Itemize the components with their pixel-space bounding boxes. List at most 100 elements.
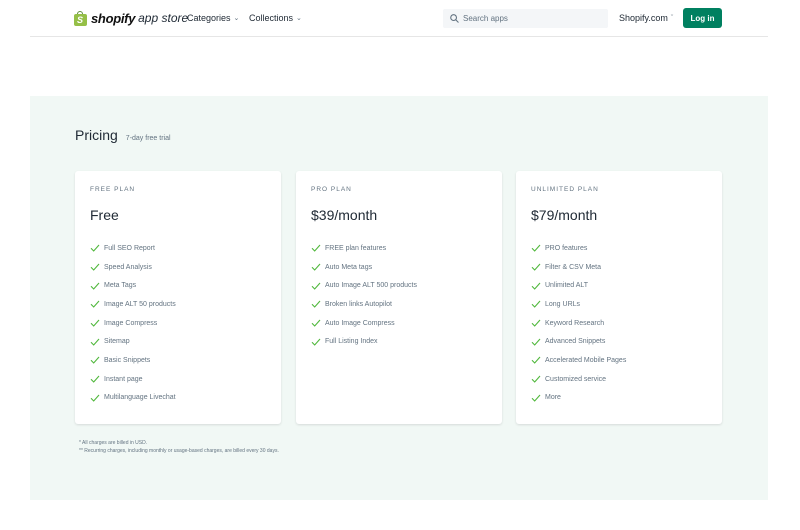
shopify-com-link[interactable]: Shopify.com ˇ xyxy=(619,13,673,23)
pricing-title: Pricing xyxy=(75,127,118,143)
feature-item: Multilanguage Livechat xyxy=(90,389,176,408)
feature-list: PRO features Filter & CSV Meta Unlimited A… xyxy=(531,239,626,407)
search-icon xyxy=(450,10,459,28)
feature-item: FREE plan features xyxy=(311,239,417,258)
feature-item: Auto Image ALT 500 products xyxy=(311,276,417,295)
search-box[interactable] xyxy=(443,9,608,28)
feature-list: Full SEO Report Speed Analysis Meta Tags Im… xyxy=(90,239,176,407)
feature-item: Image ALT 50 products xyxy=(90,295,176,314)
checkmark-icon xyxy=(531,356,541,365)
feature-item: Full Listing Index xyxy=(311,332,417,351)
plan-card-unlimited: UNLIMITED PLAN $79/month PRO features Fil… xyxy=(516,171,722,424)
plan-card-pro: PRO PLAN $39/month FREE plan features Aut… xyxy=(296,171,502,424)
feature-label: Sitemap xyxy=(104,338,130,346)
feature-item: Basic Snippets xyxy=(90,351,176,370)
nav-collections-label: Collections xyxy=(249,13,294,23)
feature-item: Meta Tags xyxy=(90,276,176,295)
shopify-com-label: Shopify.com xyxy=(619,13,668,23)
shopify-app-store-logo[interactable]: S shopify app store xyxy=(74,9,188,27)
feature-item: Filter & CSV Meta xyxy=(531,258,626,277)
feature-item: Instant page xyxy=(90,370,176,389)
feature-label: Long URLs xyxy=(545,300,581,308)
feature-item: Accelerated Mobile Pages xyxy=(531,351,626,370)
footnote: ** Recurring charges, including monthly … xyxy=(79,448,279,454)
feature-item: Advanced Snippets xyxy=(531,332,626,351)
feature-item: Broken links Autopilot xyxy=(311,295,417,314)
feature-item: Auto Meta tags xyxy=(311,258,417,277)
feature-item: Speed Analysis xyxy=(90,258,176,277)
feature-item: Full SEO Report xyxy=(90,239,176,258)
feature-label: Full SEO Report xyxy=(104,244,155,252)
feature-label: Unlimited ALT xyxy=(545,282,589,290)
checkmark-icon xyxy=(531,338,541,346)
plan-card-free: FREE PLAN Free Full SEO Report Speed Anal… xyxy=(75,171,281,424)
nav-collections[interactable]: Collections ⌄ xyxy=(249,13,302,23)
feature-label: More xyxy=(545,394,561,402)
feature-item: More xyxy=(531,389,626,408)
feature-label: Auto Meta tags xyxy=(325,263,373,271)
checkmark-icon xyxy=(531,263,541,271)
free-trial-note: 7-day free trial xyxy=(125,135,171,142)
pricing-section: Pricing 7-day free trial FREE PLAN Free … xyxy=(30,96,768,500)
feature-item: Keyword Research xyxy=(531,314,626,333)
checkmark-icon xyxy=(311,319,321,327)
checkmark-icon xyxy=(531,375,541,383)
checkmark-icon xyxy=(90,263,100,271)
feature-label: FREE plan features xyxy=(325,244,387,252)
plan-price: Free xyxy=(90,207,119,223)
checkmark-icon xyxy=(90,300,100,309)
feature-label: Image ALT 50 products xyxy=(104,300,176,308)
plan-name: PRO PLAN xyxy=(311,186,352,193)
nav-categories[interactable]: Categories ⌄ xyxy=(187,13,239,23)
feature-label: Instant page xyxy=(104,375,143,383)
plan-name: UNLIMITED PLAN xyxy=(531,186,599,193)
nav-categories-label: Categories xyxy=(187,13,231,23)
checkmark-icon xyxy=(90,282,100,290)
feature-label: Auto Image ALT 500 products xyxy=(325,282,417,290)
footnote: * All charges are billed in USD. xyxy=(79,440,148,446)
feature-label: Filter & CSV Meta xyxy=(545,263,602,271)
feature-item: Sitemap xyxy=(90,332,176,351)
feature-label: Meta Tags xyxy=(104,282,137,290)
feature-label: PRO features xyxy=(545,244,588,252)
feature-label: Image Compress xyxy=(104,319,158,327)
feature-label: Accelerated Mobile Pages xyxy=(545,356,627,364)
feature-label: Full Listing Index xyxy=(325,338,378,346)
feature-item: PRO features xyxy=(531,239,626,258)
checkmark-icon xyxy=(90,338,100,346)
checkmark-icon xyxy=(311,338,321,346)
checkmark-icon xyxy=(90,319,100,327)
checkmark-icon xyxy=(311,263,321,271)
checkmark-icon xyxy=(90,375,100,383)
checkmark-icon xyxy=(90,356,100,365)
feature-label: Broken links Autopilot xyxy=(325,300,392,308)
feature-label: Advanced Snippets xyxy=(545,338,606,346)
pricing-heading: Pricing 7-day free trial xyxy=(75,127,171,143)
plan-price: $79/month xyxy=(531,207,598,223)
checkmark-icon xyxy=(90,394,100,402)
feature-label: Basic Snippets xyxy=(104,356,151,364)
search-input[interactable] xyxy=(463,14,593,23)
logo-brand-text: shopify xyxy=(91,10,136,26)
billing-footnotes: * All charges are billed in USD. ** Recu… xyxy=(79,439,279,455)
feature-label: Speed Analysis xyxy=(104,263,152,271)
feature-item: Customized service xyxy=(531,370,626,389)
feature-list: FREE plan features Auto Meta tags Auto Ima… xyxy=(311,239,417,351)
feature-item: Unlimited ALT xyxy=(531,276,626,295)
chevron-down-icon: ⌄ xyxy=(233,15,240,22)
chevron-down-icon: ˇ xyxy=(670,14,674,22)
checkmark-icon xyxy=(531,244,541,253)
login-button[interactable]: Log in xyxy=(683,8,722,28)
feature-item: Auto Image Compress xyxy=(311,314,417,333)
checkmark-icon xyxy=(531,394,541,402)
feature-label: Auto Image Compress xyxy=(325,319,395,327)
feature-item: Image Compress xyxy=(90,314,176,333)
chevron-down-icon: ⌄ xyxy=(296,15,302,22)
shopify-bag-icon: S xyxy=(74,10,87,26)
feature-label: Keyword Research xyxy=(545,319,605,327)
feature-label: Multilanguage Livechat xyxy=(104,394,176,402)
feature-item: Long URLs xyxy=(531,295,626,314)
checkmark-icon xyxy=(90,244,100,253)
plan-name: FREE PLAN xyxy=(90,186,136,193)
checkmark-icon xyxy=(311,244,321,253)
